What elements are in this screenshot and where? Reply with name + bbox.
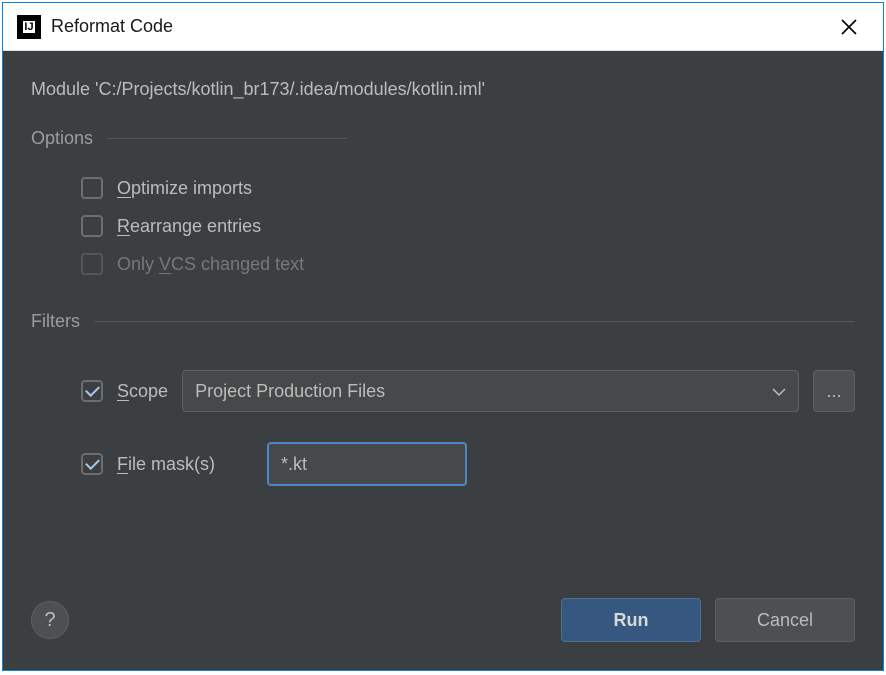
filters-section: Filters Scope Project Production Files .… (31, 311, 855, 486)
window-title: Reformat Code (51, 16, 173, 37)
vcs-changed-label: Only VCS changed text (117, 254, 304, 275)
titlebar: IJ Reformat Code (3, 3, 883, 51)
optimize-imports-checkbox[interactable] (81, 177, 103, 199)
close-button[interactable] (829, 7, 869, 47)
filters-header: Filters (31, 311, 855, 332)
module-path: Module 'C:/Projects/kotlin_br173/.idea/m… (31, 79, 855, 100)
scope-label: Scope (117, 381, 168, 402)
optimize-imports-label: Optimize imports (117, 178, 252, 199)
scope-dropdown[interactable]: Project Production Files (182, 370, 799, 412)
intellij-icon: IJ (17, 15, 41, 39)
cancel-button[interactable]: Cancel (715, 598, 855, 642)
rearrange-entries-label: Rearrange entries (117, 216, 261, 237)
file-mask-label: File mask(s) (117, 454, 215, 475)
help-icon: ? (44, 609, 55, 632)
options-header: Options (31, 128, 855, 149)
filters-label: Filters (31, 311, 80, 332)
titlebar-left: IJ Reformat Code (17, 15, 173, 39)
rearrange-entries-checkbox[interactable] (81, 215, 103, 237)
file-mask-combo[interactable] (267, 442, 467, 486)
spacer (31, 486, 855, 580)
dialog-footer: ? Run Cancel (3, 580, 883, 670)
dialog-window: IJ Reformat Code Module 'C:/Projects/kot… (2, 2, 884, 671)
close-icon (840, 18, 858, 36)
optimize-imports-row[interactable]: Optimize imports (31, 169, 855, 207)
options-label: Options (31, 128, 93, 149)
help-button[interactable]: ? (31, 601, 69, 639)
dialog-content: Module 'C:/Projects/kotlin_br173/.idea/m… (3, 51, 883, 580)
scope-browse-button[interactable]: ... (813, 370, 855, 412)
vcs-changed-row: Only VCS changed text (31, 245, 855, 283)
ellipsis-icon: ... (826, 381, 841, 402)
file-mask-checkbox[interactable] (81, 453, 103, 475)
run-button[interactable]: Run (561, 598, 701, 642)
file-mask-input[interactable] (269, 444, 467, 484)
divider (107, 138, 347, 139)
scope-value: Project Production Files (195, 381, 385, 402)
chevron-down-icon (772, 381, 786, 402)
rearrange-entries-row[interactable]: Rearrange entries (31, 207, 855, 245)
file-mask-row: File mask(s) (31, 412, 855, 486)
divider (94, 321, 855, 322)
scope-row: Scope Project Production Files ... (31, 352, 855, 412)
vcs-changed-checkbox (81, 253, 103, 275)
scope-checkbox[interactable] (81, 380, 103, 402)
